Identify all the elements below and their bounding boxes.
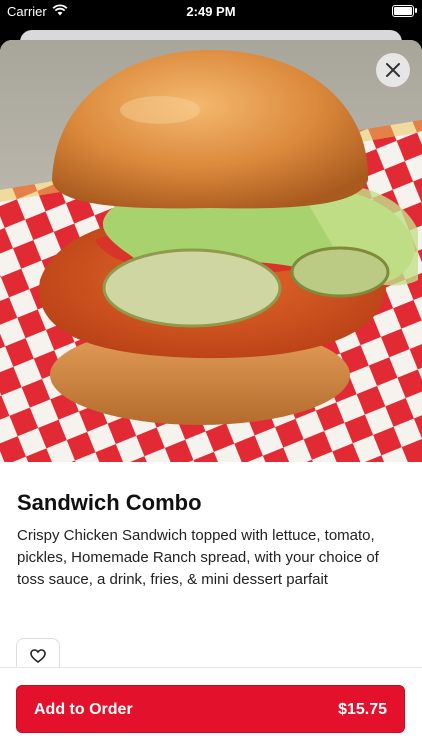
add-to-order-label: Add to Order bbox=[34, 701, 133, 718]
item-title: Sandwich Combo bbox=[17, 490, 202, 515]
close-button[interactable] bbox=[376, 53, 410, 87]
status-time: 2:49 PM bbox=[186, 4, 236, 19]
item-photo bbox=[0, 40, 422, 462]
status-bar: Carrier 2:49 PM bbox=[0, 0, 422, 22]
price-label: $15.75 bbox=[338, 701, 387, 718]
close-icon bbox=[386, 63, 400, 77]
item-detail-sheet: Sandwich Combo Crispy Chicken Sandwich t… bbox=[0, 40, 422, 750]
battery-icon bbox=[392, 5, 417, 17]
order-footer: Add to Order $15.75 bbox=[0, 667, 422, 750]
heart-icon bbox=[30, 649, 46, 663]
item-description: Crispy Chicken Sandwich topped with lett… bbox=[17, 527, 379, 588]
add-to-order-button[interactable]: Add to Order $15.75 bbox=[16, 685, 405, 733]
